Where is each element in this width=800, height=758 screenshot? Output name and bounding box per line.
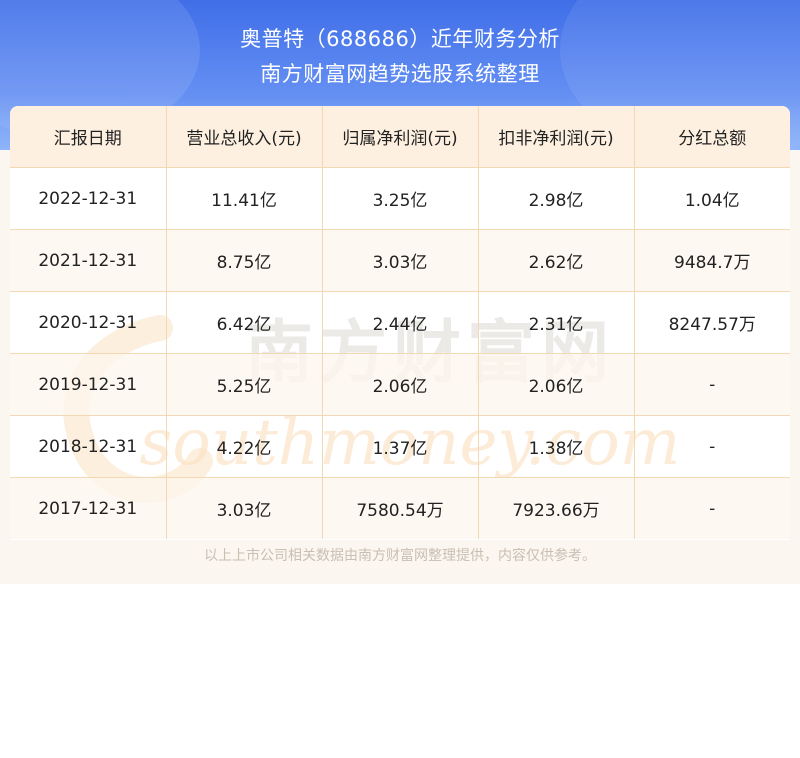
column-header-revenue: 营业总收入(元) [166, 106, 323, 168]
column-header-net-profit: 归属净利润(元) [322, 106, 479, 168]
table-row: 2017-12-31 3.03亿 7580.54万 7923.66万 - [10, 477, 790, 539]
cell-dividend: 8247.57万 [634, 291, 790, 354]
cell-adjusted-net-profit: 2.98亿 [478, 167, 635, 230]
cell-date: 2020-12-31 [10, 291, 167, 354]
financial-table-container: 南方财富网 southmoney.com 汇报日期 营业总收入(元) 归属净利润… [10, 106, 790, 540]
cell-net-profit: 7580.54万 [322, 477, 479, 539]
cell-dividend: 1.04亿 [634, 167, 790, 230]
column-header-date: 汇报日期 [10, 106, 167, 168]
cell-adjusted-net-profit: 2.31亿 [478, 291, 635, 354]
cell-net-profit: 1.37亿 [322, 415, 479, 478]
table-header-row: 汇报日期 营业总收入(元) 归属净利润(元) 扣非净利润(元) 分红总额 [10, 106, 790, 168]
financial-table: 汇报日期 营业总收入(元) 归属净利润(元) 扣非净利润(元) 分红总额 202… [10, 106, 790, 539]
cell-revenue: 11.41亿 [166, 167, 323, 230]
table-row: 2019-12-31 5.25亿 2.06亿 2.06亿 - [10, 353, 790, 416]
cell-dividend: - [634, 353, 790, 416]
cell-net-profit: 3.03亿 [322, 229, 479, 292]
cell-adjusted-net-profit: 1.38亿 [478, 415, 635, 478]
page-subtitle: 南方财富网趋势选股系统整理 [260, 62, 540, 86]
column-header-adjusted-net-profit: 扣非净利润(元) [478, 106, 635, 168]
column-header-dividend: 分红总额 [634, 106, 790, 168]
table-row: 2021-12-31 8.75亿 3.03亿 2.62亿 9484.7万 [10, 229, 790, 292]
table-row: 2020-12-31 6.42亿 2.44亿 2.31亿 8247.57万 [10, 291, 790, 354]
cell-revenue: 6.42亿 [166, 291, 323, 354]
cell-revenue: 5.25亿 [166, 353, 323, 416]
table-row: 2022-12-31 11.41亿 3.25亿 2.98亿 1.04亿 [10, 167, 790, 230]
cell-dividend: - [709, 498, 716, 519]
cell-adjusted-net-profit: 2.62亿 [478, 229, 635, 292]
page-title: 奥普特（688686）近年财务分析 [240, 27, 560, 51]
cell-date: 2017-12-31 [10, 477, 167, 539]
cell-dividend: - [634, 415, 790, 478]
cell-adjusted-net-profit: 7923.66万 [478, 477, 635, 539]
cell-revenue: 8.75亿 [166, 229, 323, 292]
financial-summary-card: 奥普特（688686）近年财务分析 南方财富网趋势选股系统整理 南方财富网 so… [0, 0, 800, 584]
cell-adjusted-net-profit: 2.06亿 [478, 353, 635, 416]
cell-net-profit: 2.06亿 [322, 353, 479, 416]
cell-date: 2018-12-31 [10, 415, 167, 478]
cell-net-profit: 2.44亿 [322, 291, 479, 354]
cell-net-profit: 3.25亿 [322, 167, 479, 230]
cell-revenue: 3.03亿 [166, 477, 323, 539]
table-row: 2018-12-31 4.22亿 1.37亿 1.38亿 - [10, 415, 790, 478]
cell-date: 2021-12-31 [10, 229, 167, 292]
cell-date: 2022-12-31 [10, 167, 167, 230]
cell-dividend: 9484.7万 [634, 229, 790, 292]
cell-revenue: 4.22亿 [166, 415, 323, 478]
disclaimer-note: 以上上市公司相关数据由南方财富网整理提供，内容仅供参考。 [204, 548, 596, 564]
cell-date: 2019-12-31 [10, 353, 167, 416]
